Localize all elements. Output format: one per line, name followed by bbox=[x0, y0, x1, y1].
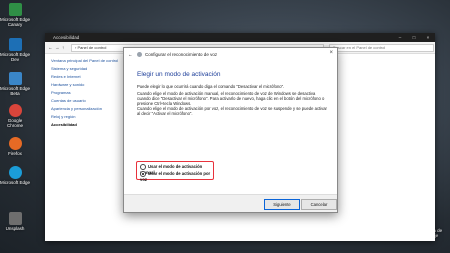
unsplash-icon[interactable]: Unsplash bbox=[0, 212, 30, 231]
description-paragraph: Cuando elige el modo de activación por v… bbox=[137, 106, 327, 117]
microsoft-edge-dev-icon[interactable]: Microsoft Edge Dev bbox=[0, 38, 30, 62]
maximize-button[interactable]: □ bbox=[407, 33, 421, 42]
sidebar-item-user-accounts[interactable]: Cuentas de usuario bbox=[51, 98, 121, 103]
window-titlebar: Accesibilidad – □ × bbox=[45, 33, 435, 42]
forward-arrow-icon[interactable]: → bbox=[55, 42, 60, 53]
next-button[interactable]: Siguiente bbox=[264, 199, 300, 210]
sidebar-item-programs[interactable]: Programas bbox=[51, 90, 121, 95]
back-arrow-icon[interactable]: ← bbox=[128, 52, 133, 57]
microsoft-edge-canary-icon[interactable]: Microsoft Edge Canary bbox=[0, 3, 30, 27]
firefox-icon[interactable]: Firefox bbox=[0, 137, 30, 156]
microsoft-edge-icon[interactable]: Microsoft Edge bbox=[0, 166, 30, 185]
sidebar-item-clock-region[interactable]: Reloj y región bbox=[51, 114, 121, 119]
edge-glyph bbox=[8, 166, 22, 179]
dialog-footer: Siguiente Cancelar bbox=[124, 194, 337, 212]
sidebar-item-accessibility[interactable]: Accesibilidad bbox=[51, 122, 121, 127]
dialog-header: ← Configurar el reconocimiento de voz bbox=[128, 52, 218, 58]
description-paragraph: Puede elegir lo que ocurrirá cuando diga… bbox=[137, 84, 285, 89]
back-arrow-icon[interactable]: ← bbox=[48, 42, 53, 53]
sidebar-item-hardware-sound[interactable]: Hardware y sonido bbox=[51, 82, 121, 87]
cancel-button[interactable]: Cancelar bbox=[301, 199, 337, 210]
dialog-title: Configurar el reconocimiento de voz bbox=[145, 52, 218, 57]
up-arrow-icon[interactable]: ↑ bbox=[62, 42, 64, 53]
minimize-button[interactable]: – bbox=[393, 33, 407, 42]
sidebar: Ventana principal del Panel de control S… bbox=[51, 58, 121, 130]
manual-mode-radio[interactable] bbox=[140, 164, 146, 170]
unsplash-glyph bbox=[8, 212, 22, 225]
chrome-glyph bbox=[8, 104, 22, 117]
edge-canary-glyph bbox=[8, 3, 22, 16]
voice-mode-radio[interactable] bbox=[140, 171, 146, 177]
dialog-close-button[interactable]: × bbox=[329, 50, 333, 56]
sidebar-item-appearance[interactable]: Apariencia y personalización bbox=[51, 106, 121, 111]
description-paragraph: Cuando elige el modo de activación manua… bbox=[137, 91, 325, 107]
window-title: Accesibilidad bbox=[53, 35, 80, 40]
dialog-description: Puede elegir lo que ocurrirá cuando diga… bbox=[137, 84, 327, 117]
sidebar-item-system-security[interactable]: Sistema y seguridad bbox=[51, 66, 121, 71]
breadcrumb: › Panel de control bbox=[75, 45, 107, 50]
search-input[interactable]: Buscar en el Panel de control bbox=[329, 44, 434, 52]
close-button[interactable]: × bbox=[421, 33, 435, 42]
activation-mode-options: Usar el modo de activación manual Usar e… bbox=[136, 161, 214, 182]
dialog-heading: Elegir un modo de activación bbox=[137, 71, 221, 78]
speech-recognition-dialog: ← Configurar el reconocimiento de voz × … bbox=[123, 47, 338, 213]
sidebar-item-network[interactable]: Redes e Internet bbox=[51, 74, 121, 79]
voice-mode-option[interactable]: Usar el modo de activación por voz bbox=[140, 171, 213, 182]
google-chrome-icon[interactable]: Google Chrome bbox=[0, 104, 30, 128]
edge-beta-glyph bbox=[8, 72, 22, 85]
microsoft-edge-beta-icon[interactable]: Microsoft Edge Beta bbox=[0, 72, 30, 96]
voice-mode-label: Usar el modo de activación por voz bbox=[140, 171, 211, 182]
search-placeholder: Buscar en el Panel de control bbox=[333, 45, 386, 50]
microphone-icon bbox=[136, 52, 142, 58]
firefox-glyph bbox=[8, 137, 22, 150]
edge-dev-glyph bbox=[8, 38, 22, 51]
sidebar-item-panel-home[interactable]: Ventana principal del Panel de control bbox=[51, 58, 121, 63]
